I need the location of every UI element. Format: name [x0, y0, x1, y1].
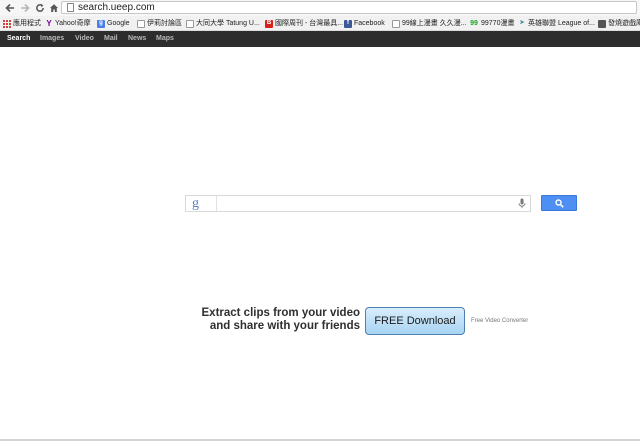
divider — [216, 196, 217, 211]
bookmark-label: Facebook — [354, 20, 385, 27]
nav-link-video[interactable]: Video — [75, 33, 94, 45]
ad-line-2: and share with your friends — [209, 319, 360, 332]
page-icon — [67, 3, 74, 12]
bookmark-label: 英雄聯盟 League of... — [528, 20, 595, 27]
yahoo-icon: Y — [46, 19, 52, 28]
free-download-button[interactable]: FREE Download — [365, 307, 465, 335]
nav-link-search[interactable]: Search — [7, 33, 30, 45]
nav-link-images[interactable]: Images — [40, 33, 64, 45]
forum-icon — [137, 19, 145, 28]
99-icon: 99 — [470, 20, 478, 27]
search-button[interactable] — [541, 195, 577, 211]
game-icon — [598, 19, 606, 28]
lol-icon: ➤ — [519, 20, 525, 26]
ad-line-1: Extract clips from your video — [201, 307, 361, 319]
bookmark-label: 99線上漫畫 久久漫... — [402, 20, 467, 27]
nav-link-mail[interactable]: Mail — [104, 33, 118, 45]
bookmark-apps[interactable]: 應用程式 — [3, 18, 41, 29]
bookmark-label: Google — [107, 20, 130, 27]
nav-link-news[interactable]: News — [128, 33, 146, 45]
bookmark-99770[interactable]: 99 99770漫畫 — [469, 18, 514, 29]
url-text: search.ueep.com — [78, 2, 155, 13]
search-icon — [554, 198, 564, 208]
bookmark-label: 發燒遊戲庫 — [608, 20, 640, 27]
home-icon[interactable] — [47, 1, 60, 14]
address-bar[interactable]: search.ueep.com — [61, 1, 637, 14]
search-box: g — [185, 195, 531, 212]
bookmark-google[interactable]: g Google — [97, 18, 130, 29]
apps-icon — [3, 19, 11, 28]
microphone-icon[interactable] — [518, 198, 526, 209]
google-icon: g — [97, 19, 105, 28]
bookmark-label: Yahoo!奇摩 — [55, 20, 91, 27]
search-input[interactable] — [219, 197, 509, 210]
reload-icon[interactable] — [33, 1, 46, 14]
page-icon — [186, 19, 194, 28]
bookmark-facebook[interactable]: f Facebook — [344, 18, 385, 29]
b-icon: B — [265, 19, 273, 28]
site-nav-bar: Search Images Video Mail News Maps — [0, 31, 640, 47]
bookmark-label: 伊莉討論區 — [147, 20, 182, 27]
bookmark-tatung[interactable]: 大同大學 Tatung U... — [186, 18, 260, 29]
bookmark-games[interactable]: 發燒遊戲庫 — [598, 18, 640, 29]
bookmark-label: 大同大學 Tatung U... — [196, 20, 260, 27]
page-icon — [392, 19, 400, 28]
bookmark-yahoo[interactable]: Y Yahoo!奇摩 — [45, 18, 91, 29]
bookmark-label: 國際周刊 - 台灣最具... — [275, 20, 344, 27]
bookmark-weekly[interactable]: B 國際周刊 - 台灣最具... — [265, 18, 343, 29]
ad-caption: Free Video Converter — [471, 318, 529, 324]
browser-toolbar: search.ueep.com — [0, 0, 640, 16]
facebook-icon: f — [344, 19, 352, 28]
bookmarks-bar: 應用程式 Y Yahoo!奇摩 g Google 伊莉討論區 大同大學 Tatu… — [0, 16, 640, 31]
bookmark-forum[interactable]: 伊莉討論區 — [137, 18, 182, 29]
bookmark-lol[interactable]: ➤ 英雄聯盟 League of... — [518, 18, 595, 29]
google-logo-icon: g — [192, 196, 199, 211]
bookmark-label: 應用程式 — [13, 20, 41, 27]
forward-arrow-icon[interactable] — [18, 1, 31, 14]
nav-link-maps[interactable]: Maps — [156, 33, 174, 45]
ad-headline: Extract clips from your video and share … — [190, 307, 361, 332]
back-arrow-icon[interactable] — [3, 1, 16, 14]
bookmark-99comic[interactable]: 99線上漫畫 久久漫... — [392, 18, 467, 29]
bookmark-label: 99770漫畫 — [481, 20, 515, 27]
